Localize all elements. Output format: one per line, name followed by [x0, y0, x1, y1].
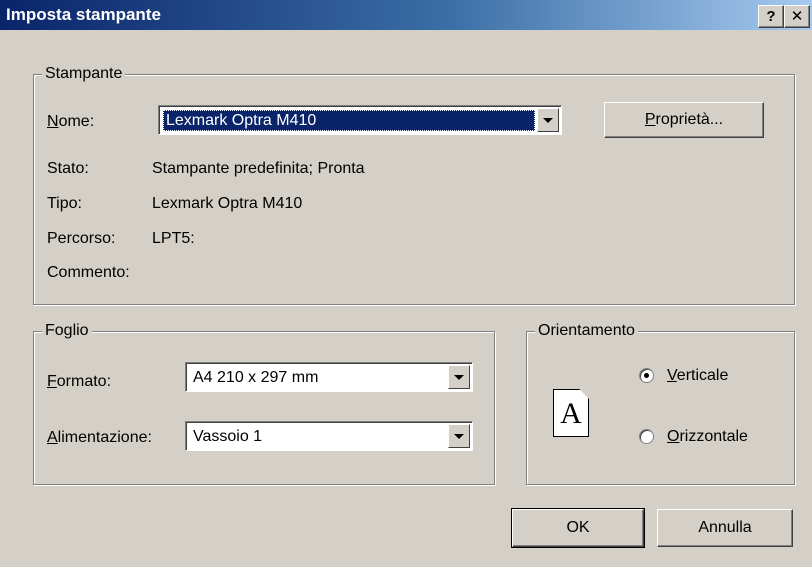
portrait-radio[interactable]	[639, 368, 654, 383]
paper-group-label: Foglio	[42, 321, 92, 341]
paper-size-label: Formato:	[47, 373, 112, 390]
comment-label: Commento:	[47, 264, 130, 281]
chevron-down-icon[interactable]	[448, 424, 470, 448]
portrait-label[interactable]: Verticale	[667, 366, 728, 386]
close-button[interactable]: ✕	[784, 5, 810, 28]
paper-source-value: Vassoio 1	[193, 428, 263, 445]
printer-group-label: Stampante	[42, 64, 126, 84]
paper-size-value: A4 210 x 297 mm	[193, 369, 319, 386]
printer-name-value: Lexmark Optra M410	[163, 110, 535, 131]
type-label: Tipo:	[47, 195, 82, 212]
ok-button[interactable]: OK	[511, 508, 645, 548]
window-title: Imposta stampante	[6, 5, 161, 24]
landscape-label[interactable]: Orizzontale	[667, 427, 748, 447]
type-value: Lexmark Optra M410	[152, 195, 303, 212]
chevron-down-icon[interactable]	[448, 365, 470, 389]
chevron-down-icon[interactable]	[537, 108, 559, 132]
path-value: LPT5:	[152, 230, 195, 247]
paper-size-select[interactable]: A4 210 x 297 mm	[185, 362, 473, 392]
printer-name-select[interactable]: Lexmark Optra M410	[158, 105, 562, 135]
status-value: Stampante predefinita; Pronta	[152, 160, 365, 177]
printer-name-label: Nome:	[47, 113, 95, 130]
paper-source-select[interactable]: Vassoio 1	[185, 421, 473, 451]
title-bar: Imposta stampante ? ✕	[0, 0, 812, 30]
status-label: Stato:	[47, 160, 89, 177]
paper-source-label: Alimentazione:	[47, 429, 152, 446]
landscape-radio[interactable]	[639, 429, 654, 444]
path-label: Percorso:	[47, 230, 116, 247]
properties-button[interactable]: Proprietà...	[604, 102, 764, 138]
help-button[interactable]: ?	[758, 5, 784, 28]
cancel-button[interactable]: Annulla	[657, 509, 793, 547]
paper-group: Foglio	[33, 321, 495, 485]
orientation-group-label: Orientamento	[535, 321, 638, 341]
portrait-page-icon: A	[553, 389, 589, 437]
page-letter: A	[560, 397, 582, 430]
